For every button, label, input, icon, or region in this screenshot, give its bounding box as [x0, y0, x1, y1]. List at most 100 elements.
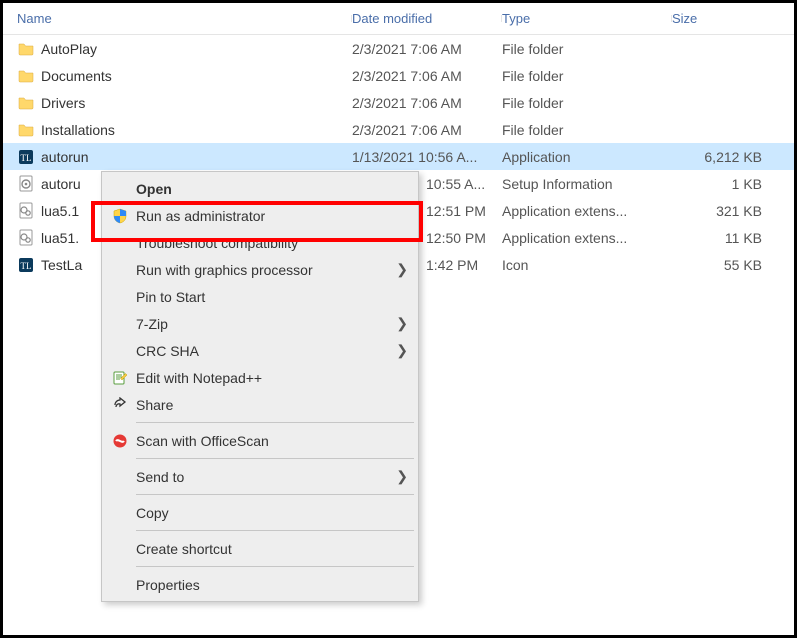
menu-label-properties: Properties: [136, 577, 408, 593]
file-type: File folder: [502, 95, 672, 111]
file-type: File folder: [502, 68, 672, 84]
file-name-label: Documents: [41, 68, 112, 84]
file-row[interactable]: Drivers 2/3/2021 7:06 AMFile folder: [3, 89, 794, 116]
file-date: 2/3/2021 7:06 AM: [352, 95, 502, 111]
blank-icon: [110, 287, 130, 307]
file-size: 55 KB: [672, 257, 762, 273]
menu-label-open: Open: [136, 181, 408, 197]
menu-label-share: Share: [136, 397, 408, 413]
menu-separator: [136, 530, 414, 531]
menu-item-pin-to-start[interactable]: Pin to Start: [104, 283, 416, 310]
inf-icon: [17, 175, 35, 193]
menu-item-run-as-administrator[interactable]: Run as administrator: [104, 202, 416, 229]
file-date: 2/3/2021 7:06 AM: [352, 68, 502, 84]
file-row[interactable]: TL autorun 1/13/2021 10:56 A...Application…: [3, 143, 794, 170]
menu-item-edit-with-notepad[interactable]: Edit with Notepad++: [104, 364, 416, 391]
menu-item-7zip[interactable]: 7-Zip ❯: [104, 310, 416, 337]
file-row[interactable]: Documents 2/3/2021 7:06 AMFile folder: [3, 62, 794, 89]
menu-label-officescan: Scan with OfficeScan: [136, 433, 408, 449]
folder-icon: [17, 121, 35, 139]
file-size: 11 KB: [672, 230, 762, 246]
menu-item-officescan[interactable]: Scan with OfficeScan: [104, 427, 416, 454]
blank-icon: [110, 575, 130, 595]
blank-icon: [110, 503, 130, 523]
blank-icon: [110, 341, 130, 361]
menu-label-copy: Copy: [136, 505, 408, 521]
menu-item-troubleshoot[interactable]: Troubleshoot compatibility: [104, 229, 416, 256]
column-header-size[interactable]: Size: [672, 11, 772, 26]
file-name-label: lua5.1: [41, 203, 79, 219]
svg-text:TL: TL: [21, 261, 32, 271]
file-date: 1/13/2021 10:56 A...: [352, 149, 502, 165]
menu-item-create-shortcut[interactable]: Create shortcut: [104, 535, 416, 562]
shield-icon: [110, 206, 130, 226]
file-name-label: lua51.: [41, 230, 79, 246]
menu-item-share[interactable]: Share: [104, 391, 416, 418]
column-header-row: Name Date modified Type Size: [3, 3, 794, 35]
file-type: Application extens...: [502, 203, 672, 219]
file-type: Icon: [502, 257, 672, 273]
menu-label-troubleshoot: Troubleshoot compatibility: [136, 235, 408, 251]
file-name-cell: Documents: [17, 67, 352, 85]
file-name-cell: Drivers: [17, 94, 352, 112]
folder-icon: [17, 94, 35, 112]
share-icon: [110, 395, 130, 415]
dll-icon: [17, 229, 35, 247]
blank-icon: [110, 260, 130, 280]
file-type: File folder: [502, 41, 672, 57]
file-name-label: TestLa: [41, 257, 82, 273]
blank-icon: [110, 314, 130, 334]
menu-separator: [136, 566, 414, 567]
folder-icon: [17, 67, 35, 85]
menu-item-send-to[interactable]: Send to ❯: [104, 463, 416, 490]
file-name-label: autorun: [41, 149, 88, 165]
menu-item-graphics-processor[interactable]: Run with graphics processor ❯: [104, 256, 416, 283]
file-name-cell: AutoPlay: [17, 40, 352, 58]
context-menu: Open Run as administrator Troubleshoot c…: [101, 171, 419, 602]
file-type: Setup Information: [502, 176, 672, 192]
svg-text:TL: TL: [21, 153, 32, 163]
file-size: 321 KB: [672, 203, 762, 219]
file-name-cell: Installations: [17, 121, 352, 139]
file-row[interactable]: AutoPlay2/3/2021 7:06 AMFile folder: [3, 35, 794, 62]
explorer-window: Name Date modified Type Size AutoPlay2/3…: [0, 0, 797, 638]
blank-icon: [110, 233, 130, 253]
menu-label-graphics: Run with graphics processor: [136, 262, 392, 278]
menu-separator: [136, 458, 414, 459]
file-date: 2/3/2021 7:06 AM: [352, 122, 502, 138]
menu-label-sendto: Send to: [136, 469, 392, 485]
file-size: 6,212 KB: [672, 149, 762, 165]
menu-label-notepad: Edit with Notepad++: [136, 370, 408, 386]
menu-separator: [136, 494, 414, 495]
app-icon: TL: [17, 148, 35, 166]
file-name-cell: TL autorun: [17, 148, 352, 166]
file-type: Application extens...: [502, 230, 672, 246]
menu-item-properties[interactable]: Properties: [104, 571, 416, 598]
file-row[interactable]: Installations 2/3/2021 7:06 AMFile folder: [3, 116, 794, 143]
menu-item-crc-sha[interactable]: CRC SHA ❯: [104, 337, 416, 364]
menu-label-7zip: 7-Zip: [136, 316, 392, 332]
folder-icon: [17, 40, 35, 58]
chevron-right-icon: ❯: [392, 261, 408, 278]
file-name-label: Drivers: [41, 95, 85, 111]
file-size: 1 KB: [672, 176, 762, 192]
column-header-name[interactable]: Name: [17, 11, 352, 26]
menu-label-pin: Pin to Start: [136, 289, 408, 305]
blank-icon: [110, 539, 130, 559]
file-type: Application: [502, 149, 672, 165]
menu-item-open[interactable]: Open: [104, 175, 416, 202]
menu-item-copy[interactable]: Copy: [104, 499, 416, 526]
file-name-label: Installations: [41, 122, 115, 138]
menu-label-shortcut: Create shortcut: [136, 541, 408, 557]
file-type: File folder: [502, 122, 672, 138]
file-name-label: AutoPlay: [41, 41, 97, 57]
menu-label-run-as-administrator: Run as administrator: [136, 208, 408, 224]
chevron-right-icon: ❯: [392, 342, 408, 359]
column-header-type[interactable]: Type: [502, 11, 672, 26]
notepad-icon: [110, 368, 130, 388]
blank-icon: [110, 467, 130, 487]
menu-label-crcsha: CRC SHA: [136, 343, 392, 359]
blank-icon: [110, 179, 130, 199]
column-header-date[interactable]: Date modified: [352, 11, 502, 26]
chevron-right-icon: ❯: [392, 315, 408, 332]
